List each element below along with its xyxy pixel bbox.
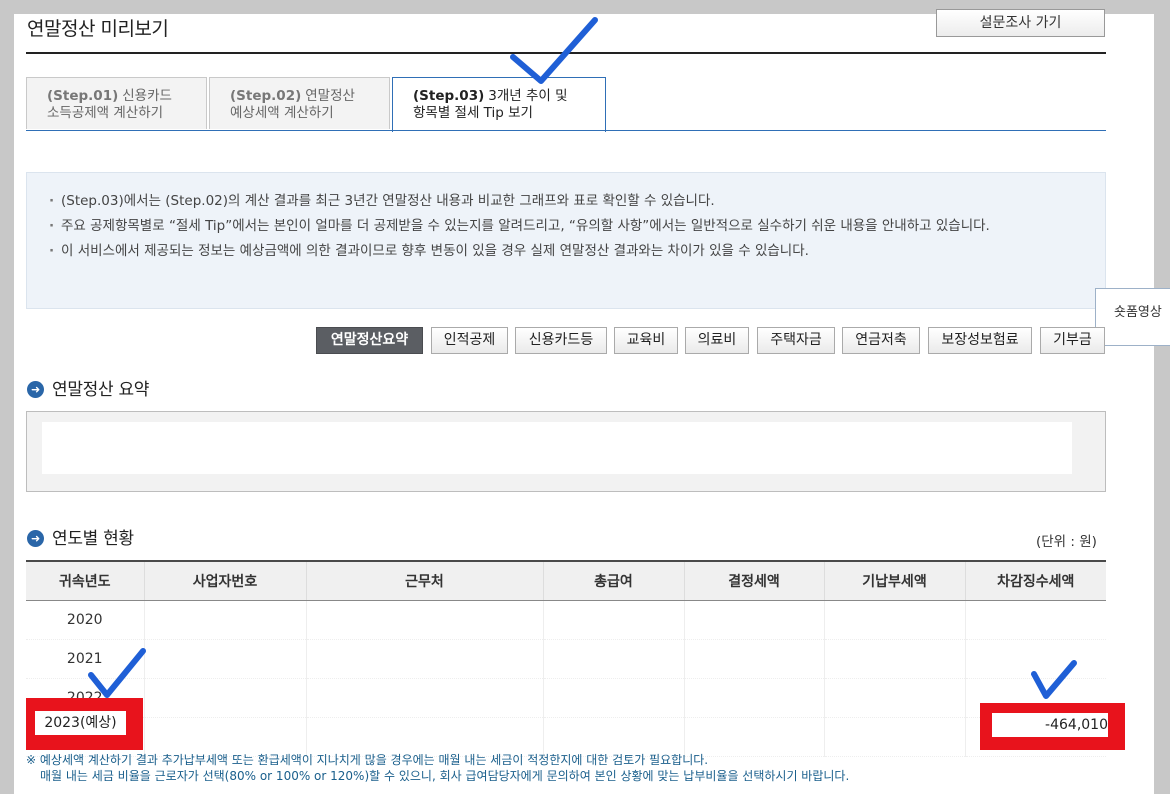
- tab-line2: 소득공제액 계산하기: [47, 105, 164, 121]
- category-credit-card-button[interactable]: 신용카드등: [515, 327, 607, 354]
- column-header: 차감징수세액: [964, 560, 1106, 601]
- yearly-section-label: 연도별 현황: [52, 529, 134, 549]
- category-donation-button[interactable]: 기부금: [1040, 327, 1105, 354]
- info-box: (Step.03)에서는 (Step.02)의 계산 결과를 최근 3년간 연말…: [26, 172, 1106, 309]
- table-row: 2020: [26, 600, 1106, 640]
- amount-cell: [964, 600, 1106, 640]
- summary-section-title: ➜ 연말정산 요약: [27, 375, 149, 400]
- page: 연말정산 미리보기 설문조사 가기 (Step.01) 신용카드 소득공제액 계산…: [0, 0, 1170, 792]
- summary-box: [26, 411, 1106, 492]
- column-header: 총급여: [542, 560, 684, 601]
- tab-line2: 예상세액 계산하기: [230, 105, 334, 121]
- category-personal-deduction-button[interactable]: 인적공제: [431, 327, 508, 354]
- yearly-table: 귀속년도 사업자번호 근무처 총급여 결정세액 기납부세액 차감징수세액 202…: [26, 560, 1106, 757]
- info-item: 주요 공제항목별로 “절세 Tip”에서는 본인이 얼마를 더 공제받을 수 있…: [49, 216, 1083, 236]
- arrow-right-icon: ➜: [27, 381, 44, 398]
- tab-step-label: (Step.02): [230, 88, 302, 104]
- footnote-line: ※ 예상세액 계산하기 결과 추가납부세액 또는 환급세액이 지나치게 많을 경…: [26, 753, 709, 767]
- table-row: 2021: [26, 639, 1106, 679]
- table-row: [26, 717, 1106, 757]
- category-education-button[interactable]: 교육비: [614, 327, 678, 354]
- category-pension-savings-button[interactable]: 연금저축: [842, 327, 920, 354]
- category-summary-button[interactable]: 연말정산요약: [316, 327, 423, 354]
- check-mark-icon: [510, 17, 598, 84]
- table-header-row: 귀속년도 사업자번호 근무처 총급여 결정세액 기납부세액 차감징수세액: [26, 560, 1106, 601]
- year-cell: 2020: [26, 600, 144, 640]
- highlight-amount-box: -464,010: [980, 703, 1125, 750]
- unit-label: (단위 : 원): [1036, 534, 1097, 550]
- info-item: (Step.03)에서는 (Step.02)의 계산 결과를 최근 3년간 연말…: [49, 191, 1083, 211]
- category-housing-fund-button[interactable]: 주택자금: [757, 327, 835, 354]
- year-2023-estimate: 2023(예상): [35, 711, 126, 735]
- check-mark-icon: [1031, 660, 1077, 699]
- footnote-line: 매월 내는 세금 비율을 근로자가 선택(80% or 100% or 120%…: [40, 769, 850, 783]
- column-header: 사업자번호: [143, 560, 306, 601]
- tab-line1: 연말정산: [305, 88, 355, 104]
- check-mark-icon: [88, 648, 146, 698]
- column-header: 귀속년도: [26, 560, 144, 601]
- category-insurance-button[interactable]: 보장성보험료: [928, 327, 1032, 354]
- highlight-year-box: 2023(예상): [26, 698, 143, 750]
- tab-step-label: (Step.01): [47, 88, 119, 104]
- arrow-right-icon: ➜: [27, 530, 44, 547]
- summary-content: [42, 422, 1072, 474]
- tab-line1: 3개년 추이 및: [488, 88, 568, 104]
- column-header: 기납부세액: [823, 560, 965, 601]
- tab-step-label: (Step.03): [413, 88, 485, 104]
- info-item: 이 서비스에서 제공되는 정보는 예상금액에 의한 결과이므로 향후 변동이 있…: [49, 241, 1083, 261]
- tab-step-02[interactable]: (Step.02) 연말정산 예상세액 계산하기: [209, 77, 390, 129]
- footnote: ※ 예상세액 계산하기 결과 추가납부세액 또는 환급세액이 지나치게 많을 경…: [26, 752, 849, 784]
- deducted-tax-amount: -464,010: [992, 713, 1108, 737]
- category-medical-button[interactable]: 의료비: [685, 327, 749, 354]
- yearly-section-title: ➜ 연도별 현황: [27, 524, 134, 549]
- table-row: 2022: [26, 678, 1106, 718]
- column-header: 결정세액: [683, 560, 824, 601]
- tab-step-01[interactable]: (Step.01) 신용카드 소득공제액 계산하기: [26, 77, 207, 129]
- tab-line1: 신용카드: [122, 88, 172, 104]
- tabs-underline: [26, 130, 1106, 131]
- summary-section-label: 연말정산 요약: [52, 380, 150, 400]
- tab-line2: 항목별 절세 Tip 보기: [413, 105, 533, 121]
- survey-button[interactable]: 설문조사 가기: [936, 9, 1105, 37]
- shortform-video-tooltip[interactable]: 숏폼영상: [1095, 288, 1170, 346]
- page-title: 연말정산 미리보기: [27, 18, 169, 40]
- column-header: 근무처: [305, 560, 543, 601]
